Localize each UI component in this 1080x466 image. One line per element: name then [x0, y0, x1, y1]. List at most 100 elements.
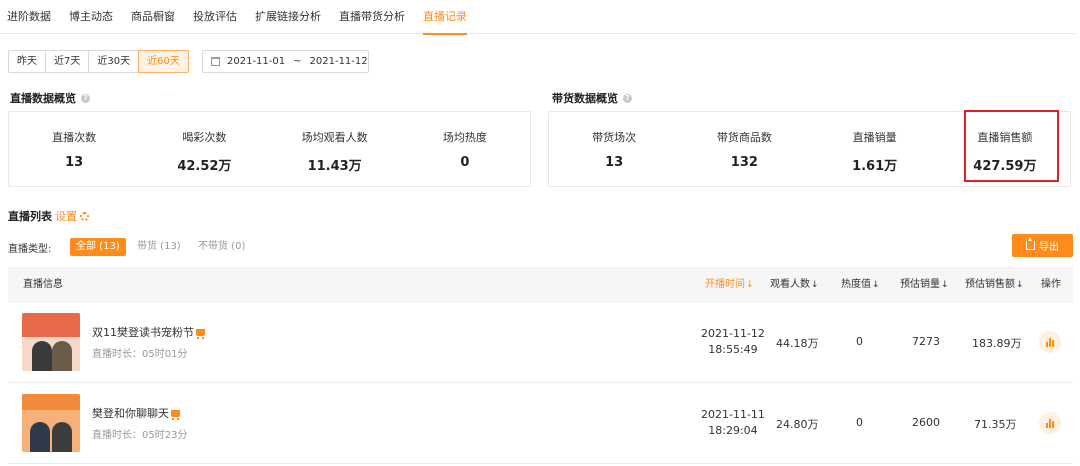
stat-product-count: 带货商品数 132 — [679, 112, 809, 186]
live-title[interactable]: 双11樊登读书宠粉节 — [92, 324, 205, 340]
export-label: 导出 — [1039, 242, 1059, 253]
live-list-title: 直播列表 — [8, 210, 52, 223]
col-viewers-label: 观看人数 — [770, 279, 810, 290]
help-icon[interactable]: ? — [81, 93, 90, 103]
col-start-time[interactable]: 开播时间↓ — [705, 267, 754, 303]
stat-avg-heat: 场均热度 0 — [400, 112, 530, 186]
filter-60-days-button[interactable]: 近60天 — [138, 50, 189, 73]
tab-live-records[interactable]: 直播记录 — [423, 0, 467, 35]
stat-label: 场均热度 — [442, 131, 487, 144]
stat-value: 1.61万 — [852, 159, 898, 174]
stat-value: 132 — [730, 155, 758, 170]
date-start: 2021-11-01 — [227, 56, 286, 67]
sort-arrow-icon: ↓ — [941, 280, 949, 290]
start-clock: 18:55:49 — [708, 343, 758, 356]
date-range-picker[interactable]: 2021-11-01 ~ 2021-11-12 — [202, 50, 369, 73]
upload-icon — [1026, 237, 1035, 250]
sort-arrow-icon: ↓ — [746, 280, 754, 290]
stat-label: 场均观看人数 — [301, 131, 368, 144]
table-header: 直播信息 开播时间↓ 观看人数↓ 热度值↓ 预估销量↓ 预估销售额↓ 操作 — [8, 267, 1073, 303]
start-time: 2021-11-12 18:55:49 — [701, 326, 765, 358]
tab-ad-evaluation[interactable]: 投放评估 — [193, 0, 237, 34]
type-no-sales-button[interactable]: 不带货 (0) — [198, 238, 245, 256]
live-title[interactable]: 樊登和你聊聊天 — [92, 405, 180, 421]
stat-label: 直播次数 — [52, 131, 97, 144]
sales-overview-title-text: 带货数据概览 — [552, 92, 618, 105]
sort-arrow-icon: ↓ — [1016, 280, 1024, 290]
sales-overview-title: 带货数据概览 ? — [552, 90, 632, 106]
live-type-label: 直播类型: — [8, 244, 52, 255]
stat-value: 11.43万 — [307, 159, 362, 174]
stat-value: 0 — [460, 155, 470, 170]
col-est-sales[interactable]: 预估销量↓ — [900, 267, 949, 303]
stat-avg-viewers: 场均观看人数 11.43万 — [270, 112, 400, 186]
viewer-count: 44.18万 — [776, 337, 819, 350]
start-date: 2021-11-12 — [701, 327, 765, 340]
live-cover-image[interactable] — [22, 313, 80, 371]
heat-value: 0 — [856, 416, 863, 429]
col-est-revenue-label: 预估销售额 — [965, 279, 1015, 290]
date-end: 2021-11-12 — [309, 56, 368, 67]
col-est-sales-label: 预估销量 — [900, 279, 940, 290]
tab-product-showcase[interactable]: 商品橱窗 — [131, 0, 175, 34]
help-icon[interactable]: ? — [623, 93, 632, 103]
stat-cheer-count: 喝彩次数 42.52万 — [139, 112, 269, 186]
est-revenue: 71.35万 — [974, 418, 1017, 431]
filter-7-days-button[interactable]: 近7天 — [45, 50, 90, 73]
settings-link[interactable]: 设置 — [55, 208, 89, 224]
col-heat[interactable]: 热度值↓ — [841, 267, 880, 303]
filter-yesterday-button[interactable]: 昨天 — [8, 50, 46, 73]
stat-label: 直播销量 — [852, 131, 897, 144]
export-button[interactable]: 导出 — [1012, 234, 1073, 257]
stat-live-sales-volume: 直播销量 1.61万 — [810, 112, 940, 186]
type-all-button[interactable]: 全部 (13) — [70, 238, 126, 256]
table-row[interactable]: 樊登和你聊聊天 直播时长：05时23分 2021-11-11 18:29:04 … — [8, 384, 1073, 464]
est-sales: 7273 — [912, 335, 940, 348]
bar-chart-icon[interactable] — [1039, 412, 1061, 434]
stat-value: 13 — [605, 155, 624, 170]
bar-chart-icon[interactable] — [1039, 331, 1061, 353]
table-row[interactable]: 双11樊登读书宠粉节 直播时长：05时01分 2021-11-12 18:55:… — [8, 303, 1073, 383]
start-clock: 18:29:04 — [708, 424, 758, 437]
col-actions: 操作 — [1041, 279, 1061, 290]
stat-value: 13 — [65, 155, 84, 170]
stat-live-count: 直播次数 13 — [9, 112, 139, 186]
col-start-time-label: 开播时间 — [705, 279, 745, 290]
col-live-info: 直播信息 — [23, 279, 63, 290]
gear-icon — [80, 211, 89, 221]
date-separator: ~ — [293, 56, 302, 67]
viewer-count: 24.80万 — [776, 418, 819, 431]
tab-live-sales-analysis[interactable]: 直播带货分析 — [339, 0, 405, 34]
date-filter-group: 昨天 近7天 近30天 近60天 — [8, 50, 189, 73]
tab-blogger-updates[interactable]: 博主动态 — [69, 0, 113, 34]
col-viewers[interactable]: 观看人数↓ — [770, 267, 819, 303]
stat-label: 喝彩次数 — [182, 131, 227, 144]
stat-label: 带货商品数 — [716, 131, 772, 144]
col-heat-label: 热度值 — [841, 279, 871, 290]
tab-advanced-data[interactable]: 进阶数据 — [7, 0, 51, 34]
live-overview-title: 直播数据概览 ? — [10, 90, 90, 106]
heat-value: 0 — [856, 335, 863, 348]
filter-30-days-button[interactable]: 近30天 — [88, 50, 140, 73]
live-duration: 直播时长：05时23分 — [92, 430, 188, 441]
live-title-text: 双11樊登读书宠粉节 — [92, 326, 194, 339]
live-cover-image[interactable] — [22, 394, 80, 452]
tab-link-analysis[interactable]: 扩展链接分析 — [255, 0, 321, 34]
live-duration: 直播时长：05时01分 — [92, 349, 188, 360]
est-sales: 2600 — [912, 416, 940, 429]
start-time: 2021-11-11 18:29:04 — [701, 407, 765, 439]
start-date: 2021-11-11 — [701, 408, 765, 421]
live-overview-card: 直播次数 13 喝彩次数 42.52万 场均观看人数 11.43万 场均热度 0 — [8, 111, 531, 187]
live-title-text: 樊登和你聊聊天 — [92, 407, 169, 420]
calendar-icon — [211, 57, 220, 66]
sort-arrow-icon: ↓ — [811, 280, 819, 290]
cart-icon — [196, 328, 205, 339]
live-overview-title-text: 直播数据概览 — [10, 92, 76, 105]
sort-arrow-icon: ↓ — [872, 280, 880, 290]
type-sales-button[interactable]: 带货 (13) — [137, 238, 181, 256]
est-revenue: 183.89万 — [972, 337, 1022, 350]
stat-label: 带货场次 — [592, 131, 637, 144]
stat-sales-sessions: 带货场次 13 — [549, 112, 679, 186]
cart-icon — [171, 409, 180, 420]
col-est-revenue[interactable]: 预估销售额↓ — [965, 267, 1024, 303]
